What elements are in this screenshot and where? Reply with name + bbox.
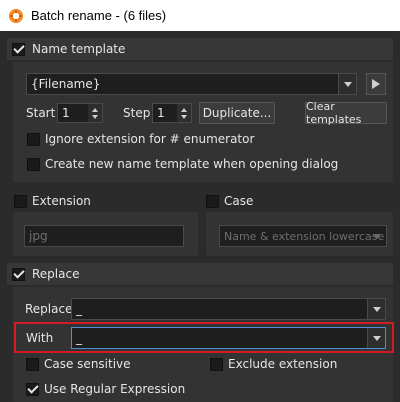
name-template-header[interactable]: Name template [7, 38, 393, 60]
extension-header[interactable]: Extension [14, 194, 91, 208]
with-combo[interactable]: _ [71, 327, 386, 349]
chevron-down-icon [373, 233, 381, 239]
extension-value: jpg [29, 229, 48, 243]
replace-checkbox[interactable] [12, 267, 25, 281]
spin-up-icon[interactable] [92, 107, 98, 112]
start-spin-arrows[interactable] [88, 104, 102, 122]
app-logo-icon [9, 8, 23, 23]
clear-templates-button[interactable]: Clear templates [305, 100, 387, 126]
with-field-label: With [26, 331, 54, 345]
replace-section-label: Replace [32, 267, 80, 281]
extension-checkbox[interactable] [14, 194, 27, 208]
create-new-template-option[interactable]: Create new name template when opening di… [27, 157, 338, 171]
step-spin-arrows[interactable] [177, 104, 191, 122]
spin-down-icon[interactable] [92, 114, 98, 119]
play-arrow-icon [372, 79, 380, 89]
case-header[interactable]: Case [206, 194, 253, 208]
extension-label: Extension [32, 194, 91, 208]
exclude-extension-option[interactable]: Exclude extension [210, 357, 337, 371]
ignore-extension-checkbox[interactable] [27, 132, 40, 146]
case-value: Name & extension lowercase [224, 229, 385, 243]
chevron-down-icon [372, 306, 381, 312]
name-template-checkbox[interactable] [12, 42, 25, 56]
spin-up-icon[interactable] [181, 107, 187, 112]
template-combo-value: {Filename} [31, 77, 101, 91]
window-title: Batch rename - (6 files) [31, 8, 167, 23]
case-label: Case [224, 194, 254, 208]
template-dropdown-button[interactable] [338, 74, 356, 94]
case-dropdown-button[interactable] [368, 226, 386, 246]
start-value: 1 [62, 106, 70, 120]
chevron-down-icon [372, 335, 381, 341]
regex-label: Use Regular Expression [44, 382, 186, 396]
with-dropdown-button[interactable] [367, 328, 385, 348]
create-new-template-label: Create new name template when opening di… [45, 157, 339, 171]
replace-dropdown-button[interactable] [367, 299, 385, 319]
start-label: Start [26, 106, 56, 120]
replace-value: _ [76, 302, 82, 316]
exclude-extension-label: Exclude extension [228, 357, 338, 371]
regex-option[interactable]: Use Regular Expression [26, 382, 185, 396]
replace-combo[interactable]: _ [71, 298, 386, 320]
create-new-template-checkbox[interactable] [27, 157, 40, 171]
extension-input[interactable]: jpg [24, 225, 184, 247]
case-sensitive-option[interactable]: Case sensitive [26, 357, 131, 371]
with-value: _ [76, 331, 82, 345]
chevron-down-icon [343, 81, 352, 87]
case-checkbox[interactable] [206, 194, 219, 208]
replace-field-label: Replace [25, 302, 73, 316]
spin-down-icon[interactable] [181, 114, 187, 119]
ignore-extension-option[interactable]: Ignore extension for # enumerator [27, 132, 254, 146]
replace-header[interactable]: Replace [7, 263, 393, 285]
step-spinbox[interactable]: 1 [152, 103, 192, 123]
template-combo[interactable]: {Filename} [26, 73, 357, 95]
step-label: Step [123, 106, 151, 120]
step-value: 1 [157, 106, 165, 120]
ignore-extension-label: Ignore extension for # enumerator [45, 132, 255, 146]
regex-checkbox[interactable] [26, 382, 39, 396]
case-sensitive-label: Case sensitive [44, 357, 131, 371]
start-spinbox[interactable]: 1 [57, 103, 103, 123]
title-bar: Batch rename - (6 files) [0, 0, 400, 31]
template-play-button[interactable] [366, 73, 386, 95]
name-template-label: Name template [32, 42, 126, 56]
case-combo[interactable]: Name & extension lowercase [219, 225, 387, 247]
exclude-extension-checkbox[interactable] [210, 357, 223, 371]
case-sensitive-checkbox[interactable] [26, 357, 39, 371]
duplicate-button[interactable]: Duplicate... [199, 102, 275, 124]
